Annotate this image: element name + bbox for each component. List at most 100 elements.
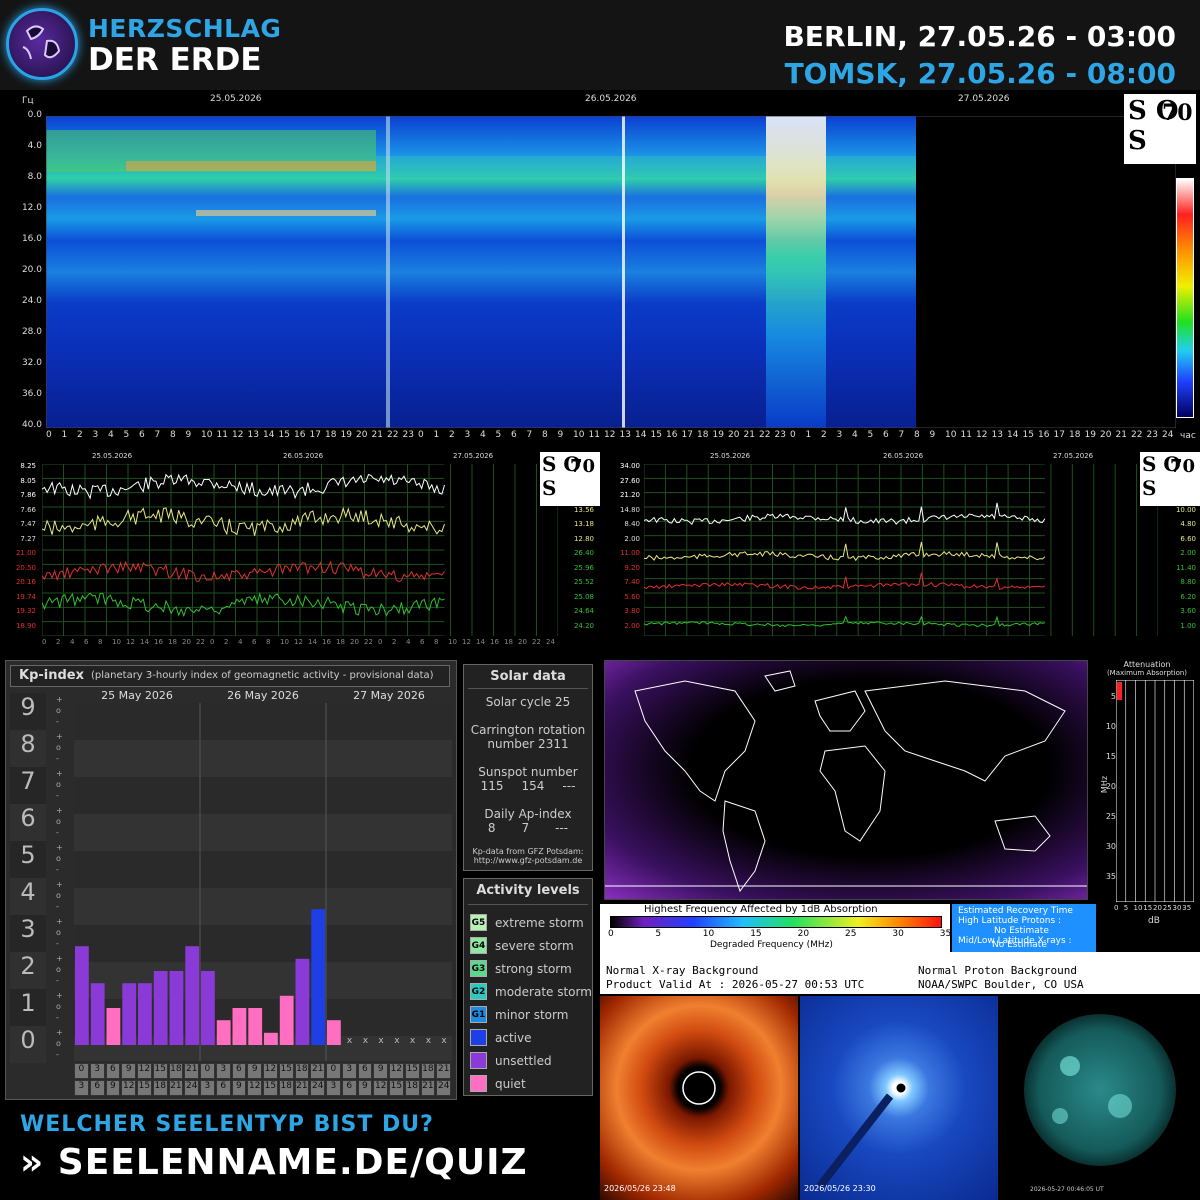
kp-bar	[153, 971, 168, 1045]
kp-minor-tick: -	[56, 791, 59, 800]
freq-x-tick: 20	[182, 638, 191, 646]
spectrogram-hour-tick: 22	[387, 430, 399, 440]
spectrogram-hour-tick: 4	[852, 430, 858, 440]
chart-tick-label: 7.40	[624, 578, 640, 586]
kp-bar	[295, 958, 310, 1045]
spectrogram-color-scale	[1176, 178, 1194, 418]
ap-value-2: 7	[521, 821, 530, 835]
kp-minor-tick: -	[56, 939, 59, 948]
spectrogram-date-3: 27.05.2026	[958, 94, 1010, 104]
kp-minor-tick: +	[56, 880, 63, 889]
attenuation-subtitle: (Maximum Absorption)	[1106, 669, 1188, 677]
kp-index-panel: Kp-index (planetary 3-hourly index of ge…	[5, 660, 457, 1100]
kp-level-label: 2	[10, 952, 46, 989]
spectrogram-hour-tick: 6	[883, 430, 889, 440]
legend-tick: 10	[702, 929, 715, 939]
spectrogram-y-axis: 0.0 4.0 8.0 12.0 16.0 20.0 24.0 28.0 32.0 36.0 40.…	[0, 110, 44, 430]
activity-swatch: G3	[470, 960, 487, 977]
chart-tick-label: 24.64	[573, 607, 594, 615]
legend-ticks: 0 5 10 15 20 25 30 35	[608, 929, 952, 939]
freq-x-tick: 14	[308, 638, 317, 646]
spectrogram-hour-tick: 1	[805, 430, 812, 440]
chart-tick-label: 8.25	[20, 462, 36, 470]
sunspot-value-1: 115	[480, 779, 504, 793]
sun-disk-icon	[1024, 1014, 1176, 1166]
kp-minor-tick: o	[56, 854, 61, 863]
chart-tick-label: 1.00	[1180, 621, 1196, 630]
quiz-link[interactable]: » SEELENNAME.DE/QUIZ	[20, 1142, 528, 1183]
ap-values: 8 7 ---	[464, 821, 592, 835]
lasco-c3-image: 2026/05/26 23:30	[800, 996, 998, 1200]
legend-tick: 35	[939, 929, 952, 939]
kp-slot-bottom: 15	[263, 1080, 278, 1096]
spectrogram-hour-tick: 9	[557, 430, 564, 440]
spectrogram-hour-tick: 17	[309, 430, 321, 440]
kp-slot-bottom: 3	[74, 1080, 89, 1096]
chart-tick-label: 7.47	[20, 520, 36, 528]
spectrogram-hour-tick: 16	[666, 430, 678, 440]
atten-y-tick: 35	[1105, 872, 1116, 881]
spectrogram-hour-tick: 19	[340, 430, 352, 440]
activity-label: strong storm	[495, 961, 572, 976]
kp-bar	[279, 995, 294, 1045]
activity-item: G1 minor storm	[464, 1003, 592, 1026]
freq-x-tick: 4	[406, 638, 411, 646]
ap-value-3: ---	[555, 821, 569, 835]
activity-label: moderate storm	[495, 984, 592, 999]
kp-slot-top: 0	[200, 1063, 215, 1079]
atten-x-tick: 5	[1123, 904, 1129, 912]
sos-number-amp: 70	[1170, 456, 1196, 477]
kp-slot-bottom: 18	[152, 1080, 168, 1096]
chart-tick-label: 18.90	[15, 621, 36, 630]
solar-data-title: Solar data	[468, 669, 588, 689]
recovery-high-label: High Latitude Protons :	[958, 916, 1062, 926]
freq-x-tick: 16	[322, 638, 331, 646]
kp-missing-mark: x	[394, 1036, 400, 1046]
spectrogram-hour-tick: 9	[929, 430, 936, 440]
kp-slot-top: 9	[247, 1063, 263, 1079]
kp-slot-bottom: 21	[294, 1080, 310, 1096]
legend-tick: 5	[655, 929, 662, 939]
chart-tick-label: 25.08	[573, 592, 594, 601]
product-valid: Product Valid At : 2026-05-27 00:53 UTC	[606, 978, 865, 991]
spectrogram-y-tick: 20.0	[21, 265, 42, 275]
kp-band	[74, 925, 452, 962]
spectrogram-hour-tick: 22	[759, 430, 771, 440]
spectrogram-hour-tick: 8	[914, 430, 920, 440]
kp-slot-bottom: 9	[105, 1080, 121, 1096]
spectrogram-y-tick: 28.0	[21, 327, 42, 337]
kp-slot-top: 15	[404, 1063, 420, 1079]
chart-tick-label: 13.18	[573, 520, 594, 528]
kp-minor-tick: +	[56, 732, 63, 741]
kp-minor-tick: o	[56, 1039, 61, 1048]
freq-x-tick: 12	[462, 638, 471, 646]
kp-slot-bottom: 9	[357, 1080, 373, 1096]
freq-x-tick: 2	[392, 638, 397, 646]
drap-world-map	[604, 660, 1088, 900]
activity-swatch: G1	[470, 1006, 487, 1023]
spectrogram-hour-tick: 13	[247, 430, 259, 440]
chart-tick-label: 20.50	[15, 563, 36, 572]
kp-band	[74, 851, 452, 888]
freq-x-tick: 16	[490, 638, 499, 646]
kp-day-header: 27 May 2026	[353, 689, 425, 702]
atten-x-tick: 10	[1133, 904, 1143, 912]
freq-x-tick: 2	[224, 638, 229, 646]
sdo-timestamp: 2026-05-27 00:46:05 UT	[1030, 1186, 1104, 1193]
activity-item: active	[464, 1026, 592, 1049]
spectrogram-hour-tick: 5	[123, 430, 130, 440]
kp-slot-bottom: 15	[389, 1080, 404, 1096]
spectrogram-hour-tick: 20	[728, 430, 740, 440]
atten-x-tick: 15	[1143, 904, 1153, 912]
atten-x-tick: 25	[1162, 904, 1172, 912]
atten-x-tick: 20	[1153, 904, 1162, 912]
sunspot-label: Sunspot number	[478, 765, 578, 779]
lasco-c2-image: 2026/05/26 23:48	[600, 996, 798, 1200]
chart-tick-label: 34.00	[619, 462, 640, 470]
chart-tick-label: 8.05	[20, 476, 36, 485]
earth-logo-icon	[6, 8, 78, 80]
source-url[interactable]: http://www.gfz-potsdam.de	[464, 856, 592, 865]
kp-bar	[106, 1008, 121, 1045]
activity-item: G5 extreme storm	[464, 911, 592, 934]
world-outline-icon	[605, 670, 1087, 893]
